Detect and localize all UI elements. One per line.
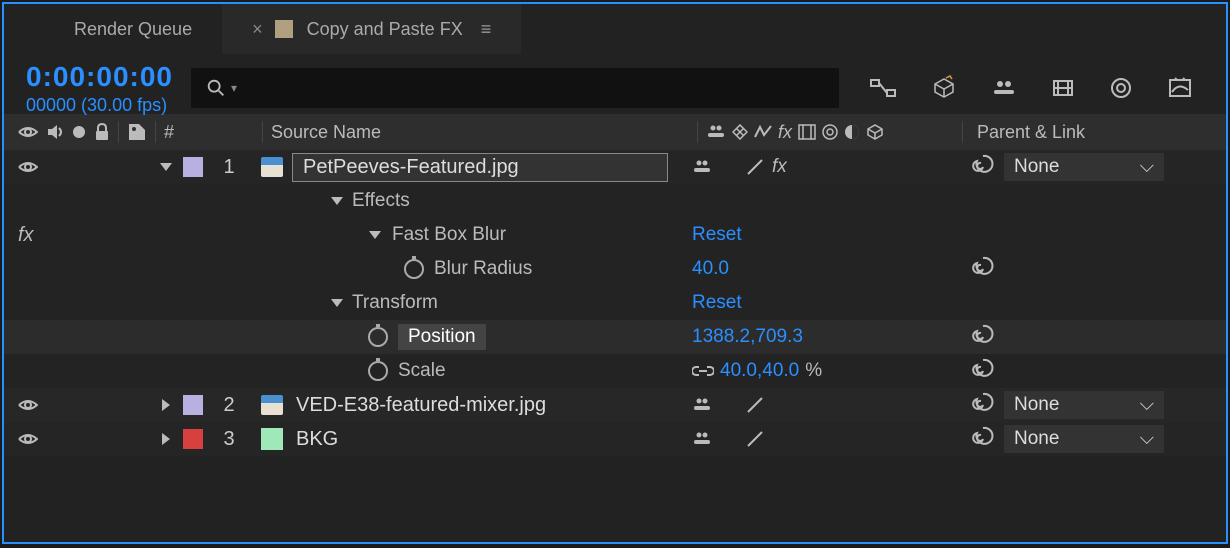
frame-blend-icon[interactable] — [1051, 75, 1075, 101]
twirl-down-icon[interactable] — [330, 298, 344, 308]
layer-name[interactable]: VED-E38-featured-mixer.jpg — [292, 392, 668, 419]
quality-switch[interactable] — [746, 396, 764, 414]
stopwatch-icon[interactable] — [368, 327, 388, 347]
frameblend-switch-icon — [798, 124, 816, 140]
parent-dropdown[interactable]: None⌵ — [1004, 153, 1164, 181]
effects-group[interactable]: Effects — [4, 184, 1226, 218]
stopwatch-icon[interactable] — [368, 361, 388, 381]
pickwhip-icon[interactable] — [972, 153, 994, 181]
parent-dropdown[interactable]: None⌵ — [1004, 425, 1164, 453]
motion-blur-icon[interactable] — [1109, 75, 1133, 101]
panel-tabs: Render Queue × Copy and Paste FX ≡ — [4, 4, 1226, 54]
pickwhip-icon[interactable] — [972, 425, 994, 453]
shy-switch[interactable] — [692, 158, 712, 176]
prop-blur-radius[interactable]: Blur Radius 40.0 — [4, 252, 1226, 286]
layer-name[interactable]: PetPeeves-Featured.jpg — [292, 153, 668, 182]
shy-switch[interactable] — [692, 396, 712, 414]
solid-icon — [261, 428, 283, 450]
shy-switch[interactable] — [692, 430, 712, 448]
search-input[interactable]: ▾ — [191, 68, 839, 108]
layer-row-2[interactable]: 2 VED-E38-featured-mixer.jpg None⌵ — [4, 388, 1226, 422]
fx-switch-icon: fx — [778, 122, 792, 143]
toolbar-icons — [869, 75, 1193, 101]
timecode[interactable]: 0:00:00:00 — [26, 61, 173, 93]
pickwhip-icon[interactable] — [972, 255, 994, 283]
tab-label: Copy and Paste FX — [307, 19, 463, 40]
fx-badge[interactable]: fx — [18, 224, 34, 247]
chevron-down-icon: ⌵ — [1140, 428, 1154, 450]
jpeg-icon — [261, 395, 283, 415]
layer-index: 3 — [206, 428, 252, 451]
quality-switch-icon — [754, 125, 772, 139]
parent-dropdown[interactable]: None⌵ — [1004, 391, 1164, 419]
chevron-down-icon: ⌵ — [1140, 394, 1154, 416]
pickwhip-icon[interactable] — [972, 391, 994, 419]
adjustment-switch-icon — [844, 124, 860, 140]
draft-3d-icon[interactable] — [931, 75, 957, 101]
shy-switch-icon — [706, 123, 726, 141]
comp-mini-flowchart-icon[interactable] — [869, 75, 897, 101]
quality-switch[interactable] — [746, 158, 764, 176]
comp-icon — [275, 20, 293, 38]
timeline-panel: Render Queue × Copy and Paste FX ≡ 0:00:… — [2, 2, 1228, 544]
transform-group[interactable]: Transform Reset — [4, 286, 1226, 320]
stopwatch-icon[interactable] — [404, 259, 424, 279]
prop-scale[interactable]: Scale 40.0,40.0% — [4, 354, 1226, 388]
close-tab-icon[interactable]: × — [252, 19, 263, 40]
twirl-icon[interactable] — [152, 162, 180, 172]
value-blur-radius[interactable]: 40.0 — [692, 258, 729, 280]
layer-row-1[interactable]: 1 PetPeeves-Featured.jpg fx None⌵ — [4, 150, 1226, 184]
visibility-toggle[interactable] — [18, 431, 38, 447]
source-name-column[interactable]: Source Name — [263, 122, 697, 143]
motionblur-switch-icon — [822, 124, 838, 140]
constrain-link-icon[interactable] — [692, 364, 714, 378]
pickwhip-icon[interactable] — [972, 323, 994, 351]
parent-column[interactable]: Parent & Link — [963, 122, 1085, 143]
visibility-toggle[interactable] — [18, 397, 38, 413]
effect-fastboxblur[interactable]: fx Fast Box Blur Reset — [4, 218, 1226, 252]
prop-label: Position — [398, 324, 486, 350]
prop-position[interactable]: Position 1388.2,709.3 — [4, 320, 1226, 354]
visibility-toggle[interactable] — [18, 159, 38, 175]
time-header: 0:00:00:00 00000 (30.00 fps) ▾ — [4, 54, 1226, 114]
switches-column: fx — [698, 122, 962, 143]
fx-switch[interactable]: fx — [772, 156, 787, 178]
collapse-switch-icon — [732, 124, 748, 140]
reset-link[interactable]: Reset — [692, 292, 742, 314]
label-swatch[interactable] — [183, 157, 203, 177]
index-column[interactable]: # — [164, 122, 174, 143]
tab-render-queue[interactable]: Render Queue — [44, 4, 222, 54]
twirl-icon[interactable] — [152, 398, 180, 412]
solo-column-icon[interactable] — [72, 125, 86, 139]
label-column-icon[interactable] — [127, 122, 147, 142]
video-column-icon[interactable] — [18, 124, 38, 140]
graph-editor-icon[interactable] — [1167, 75, 1193, 101]
layer-row-3[interactable]: 3 BKG None⌵ — [4, 422, 1226, 456]
tab-menu-icon[interactable]: ≡ — [481, 19, 492, 40]
frame-info: 00000 (30.00 fps) — [26, 95, 173, 116]
pickwhip-icon[interactable] — [972, 357, 994, 385]
tab-composition[interactable]: × Copy and Paste FX ≡ — [222, 4, 521, 54]
label-swatch[interactable] — [183, 429, 203, 449]
label-swatch[interactable] — [183, 395, 203, 415]
twirl-down-icon[interactable] — [368, 230, 382, 240]
value-scale[interactable]: 40.0,40.0 — [720, 360, 799, 382]
jpeg-icon — [261, 157, 283, 177]
search-icon — [205, 77, 227, 99]
twirl-icon[interactable] — [152, 432, 180, 446]
value-position[interactable]: 1388.2,709.3 — [692, 326, 803, 348]
chevron-down-icon: ⌵ — [1140, 156, 1154, 178]
layer-index: 1 — [206, 156, 252, 179]
quality-switch[interactable] — [746, 430, 764, 448]
twirl-down-icon[interactable] — [330, 196, 344, 206]
shy-icon[interactable] — [991, 75, 1017, 101]
column-header: # Source Name fx Parent & Link — [4, 114, 1226, 150]
layer-index: 2 — [206, 394, 252, 417]
reset-link[interactable]: Reset — [692, 224, 742, 246]
audio-column-icon[interactable] — [46, 123, 64, 141]
lock-column-icon[interactable] — [94, 123, 110, 141]
layer-name[interactable]: BKG — [292, 426, 668, 453]
3d-switch-icon — [866, 123, 884, 141]
